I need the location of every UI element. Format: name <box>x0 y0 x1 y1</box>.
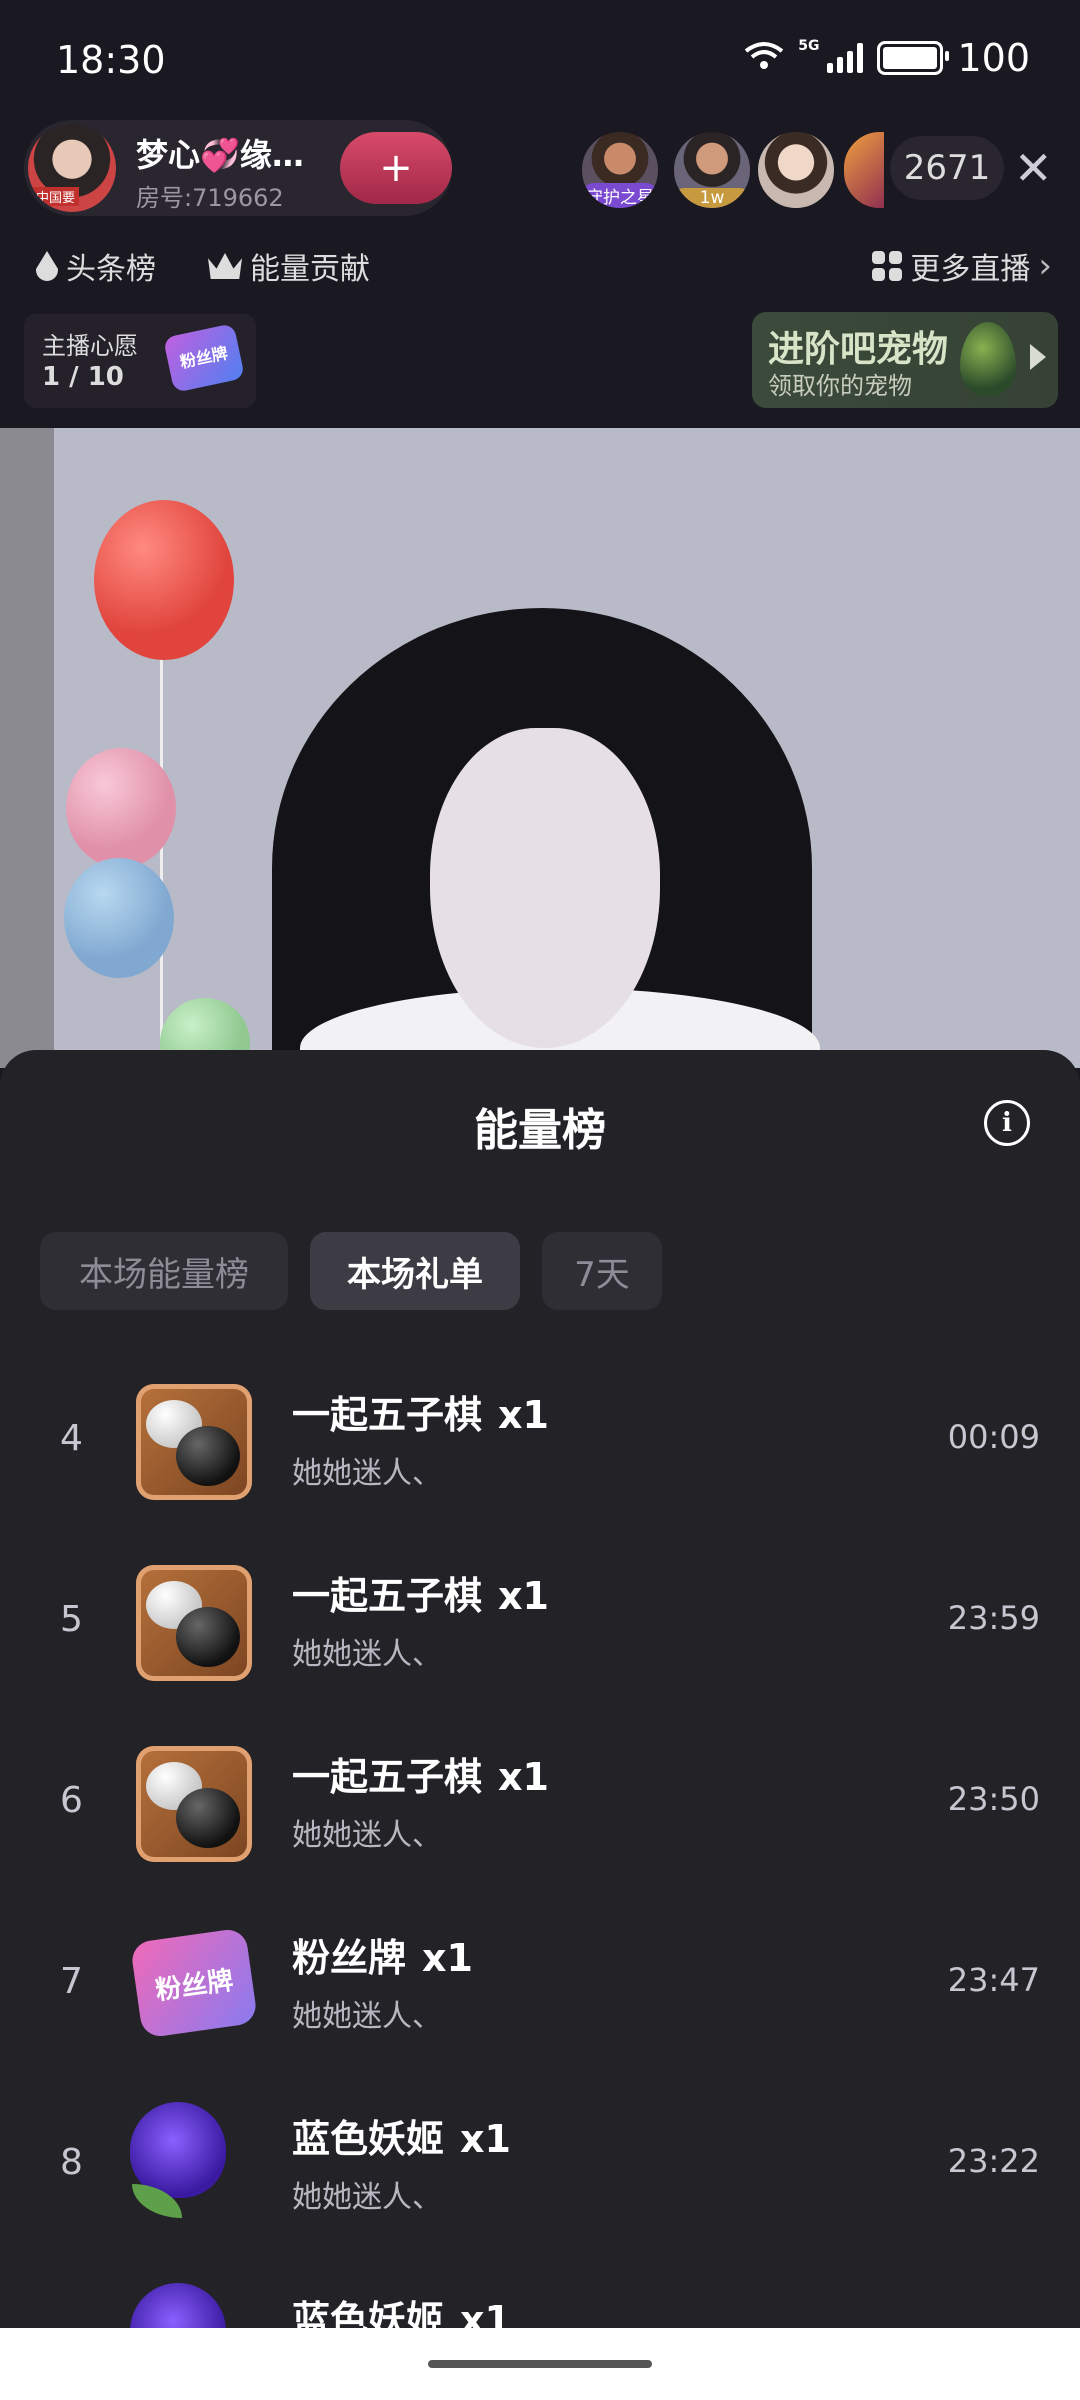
grid-icon <box>872 251 903 281</box>
viewer-avatar[interactable]: 守护之星 <box>580 130 660 210</box>
headline-rank-chip[interactable]: 头条榜 <box>36 238 156 294</box>
gomoku-icon <box>136 1384 252 1500</box>
balloon-string <box>160 660 163 1040</box>
host-avatar[interactable]: 中国要 <box>28 124 116 212</box>
status-icons: 5G 100 <box>744 36 1030 80</box>
gift-quantity: x1 <box>460 2298 511 2328</box>
tab-7-days[interactable]: 7天 <box>542 1232 662 1310</box>
streamer-face <box>430 728 660 1048</box>
sender-name: 她她迷人、 <box>292 1456 442 1491</box>
list-item[interactable]: 蓝色妖姬 x1 <box>0 2261 1080 2328</box>
fan-badge-icon: 粉丝牌 <box>129 1927 259 2039</box>
sender-name: 她她迷人、 <box>292 2180 442 2215</box>
gift-name: 蓝色妖姬 <box>292 2298 445 2328</box>
battery-icon <box>877 41 950 75</box>
list-item[interactable]: 7 粉丝牌 粉丝牌 x1 她她迷人、 23:47 <box>0 1899 1080 2080</box>
rank-number: 4 <box>60 1418 83 1459</box>
room-number: 房号:719662 <box>136 184 284 212</box>
viewer-avatar[interactable] <box>842 130 886 210</box>
gift-time: 23:50 <box>947 1780 1040 1818</box>
list-item[interactable]: 8 蓝色妖姬 x1 她她迷人、 23:22 <box>0 2080 1080 2261</box>
status-time: 18:30 <box>56 38 166 82</box>
network-type: 5G <box>798 38 820 54</box>
gift-quantity: x1 <box>422 1936 473 1980</box>
wish-title: 主播心愿 <box>42 332 138 360</box>
more-live-button[interactable]: 更多直播 › <box>872 238 1052 294</box>
gomoku-icon <box>136 1746 252 1862</box>
gift-time: 23:59 <box>947 1599 1040 1637</box>
tab-session-gifts[interactable]: 本场礼单 <box>310 1232 520 1310</box>
sender-name: 她她迷人、 <box>292 1999 442 2034</box>
host-avatar-tag: 中国要 <box>32 187 80 206</box>
host-name: 梦心💞缘… <box>136 136 304 174</box>
info-icon[interactable]: i <box>984 1100 1030 1146</box>
gift-name: 蓝色妖姬 <box>292 2117 445 2161</box>
guardian-star-badge: 守护之星 <box>582 183 658 208</box>
rank-number: 5 <box>60 1599 83 1640</box>
rank-number: 6 <box>60 1780 83 1821</box>
viewer-avatar[interactable] <box>756 130 836 210</box>
blue-rose-icon <box>130 2283 226 2328</box>
crown-icon <box>208 253 242 279</box>
blue-rose-icon <box>130 2102 226 2198</box>
pink-balloon <box>66 748 176 868</box>
battery-level: 100 <box>957 36 1030 80</box>
pet-banner-subtitle: 领取你的宠物 <box>768 372 912 400</box>
gift-time: 23:22 <box>947 2142 1040 2180</box>
tab-session-energy[interactable]: 本场能量榜 <box>40 1232 288 1310</box>
chevron-right-icon: › <box>1038 246 1052 286</box>
gift-quantity: x1 <box>498 1393 549 1437</box>
gift-quantity: x1 <box>498 1574 549 1618</box>
play-arrow-icon <box>1030 344 1046 370</box>
gift-name: 粉丝牌 <box>292 1936 407 1980</box>
live-video[interactable] <box>0 428 1080 1068</box>
gift-quantity: x1 <box>498 1755 549 1799</box>
pet-banner-title: 进阶吧宠物 <box>768 329 949 370</box>
list-item[interactable]: 4 一起五子棋 x1 她她迷人、 00:09 <box>0 1356 1080 1537</box>
energy-contribution-label: 能量贡献 <box>250 252 370 287</box>
gift-time: 23:47 <box>947 1961 1040 1999</box>
home-indicator[interactable] <box>428 2360 652 2368</box>
gift-name: 一起五子棋 <box>292 1393 483 1437</box>
gift-name: 一起五子棋 <box>292 1574 483 1618</box>
level-badge: 1w <box>674 188 750 208</box>
wifi-icon <box>744 36 784 80</box>
sheet-title: 能量榜 <box>474 1105 606 1156</box>
sender-name: 她她迷人、 <box>292 1637 442 1672</box>
more-live-label: 更多直播 <box>910 252 1031 287</box>
sender-name: 她她迷人、 <box>292 1818 442 1853</box>
signal-icon <box>827 43 864 73</box>
viewer-count[interactable]: 2671 <box>890 136 1004 200</box>
plus-icon: + <box>379 145 413 191</box>
rank-number: 7 <box>60 1961 83 2002</box>
flame-icon <box>36 251 58 281</box>
close-icon[interactable]: ✕ <box>1014 138 1053 198</box>
list-item[interactable]: 5 一起五子棋 x1 她她迷人、 23:59 <box>0 1537 1080 1718</box>
follow-button[interactable]: + <box>340 132 452 204</box>
rank-number: 8 <box>60 2142 83 2183</box>
gomoku-icon <box>136 1565 252 1681</box>
viewer-avatar[interactable]: 1w <box>672 130 752 210</box>
list-item[interactable]: 6 一起五子棋 x1 她她迷人、 23:50 <box>0 1718 1080 1899</box>
gift-name: 一起五子棋 <box>292 1755 483 1799</box>
wish-progress: 1 / 10 <box>42 362 124 392</box>
red-balloon <box>94 500 234 660</box>
energy-contribution-chip[interactable]: 能量贡献 <box>208 238 370 294</box>
blue-balloon <box>64 858 174 978</box>
gift-time: 00:09 <box>947 1418 1040 1456</box>
headline-rank-label: 头条榜 <box>66 252 156 287</box>
gift-quantity: x1 <box>460 2117 511 2161</box>
